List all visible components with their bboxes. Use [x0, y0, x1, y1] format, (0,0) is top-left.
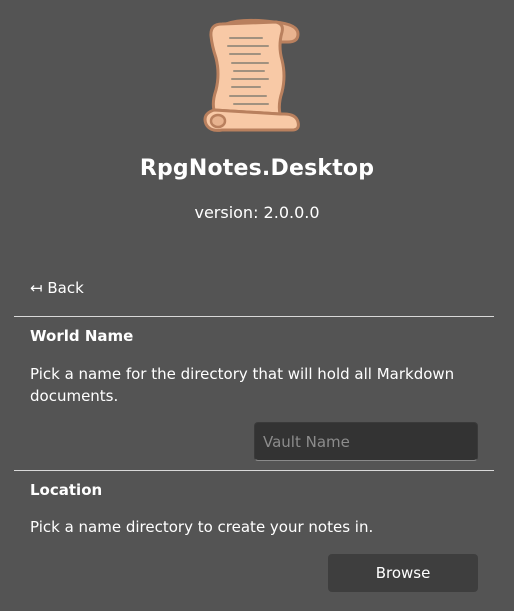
app-version: version: 2.0.0.0 — [194, 203, 320, 222]
world-name-description: Pick a name for the directory that will … — [30, 365, 455, 405]
vault-name-input[interactable] — [254, 422, 478, 461]
back-link[interactable]: ↤ Back — [30, 279, 84, 297]
divider — [14, 470, 494, 471]
browse-button[interactable]: Browse — [328, 554, 478, 592]
app-title: RpgNotes.Desktop — [139, 156, 375, 181]
location-heading: Location — [30, 481, 103, 499]
divider — [14, 316, 494, 317]
world-name-heading: World Name — [30, 327, 134, 345]
location-description: Pick a name directory to create your not… — [30, 518, 374, 536]
scroll-icon — [203, 18, 300, 132]
